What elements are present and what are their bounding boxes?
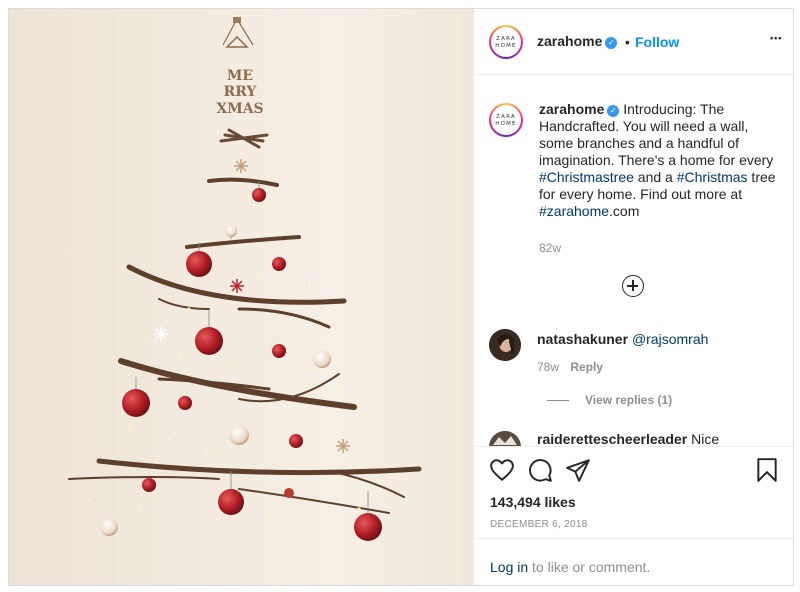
caption-username[interactable]: zarahome xyxy=(539,101,604,117)
instagram-post: ME RRY XMAS ZARA HOME zarahome ✓ • Follo… xyxy=(8,8,794,586)
comment-1-meta: 78w Reply xyxy=(537,360,603,374)
comment-avatar-raiderettescheerleader[interactable] xyxy=(489,431,521,446)
author-name-row: zarahome ✓ xyxy=(537,33,618,51)
login-suffix: to like or comment. xyxy=(528,559,651,575)
comment-avatar-natashakuner[interactable] xyxy=(489,329,521,361)
sign-line-1: ME xyxy=(227,68,253,84)
replies-divider xyxy=(547,400,569,401)
verified-badge-icon: ✓ xyxy=(605,37,618,49)
bookmark-icon[interactable] xyxy=(754,457,780,483)
login-prompt: Log in to like or comment. xyxy=(474,538,794,586)
likes-count[interactable]: 143,494 likes xyxy=(490,494,576,510)
comment-icon[interactable] xyxy=(527,457,553,483)
comment-1-mention[interactable]: @rajsomrah xyxy=(632,331,708,347)
comment-2-username[interactable]: raiderettescheerleader xyxy=(537,431,687,446)
post-photo[interactable]: ME RRY XMAS xyxy=(9,9,473,585)
header-separator: • xyxy=(625,34,630,50)
author-username[interactable]: zarahome xyxy=(537,33,602,49)
more-options-icon[interactable]: ••• xyxy=(770,33,782,43)
merry-xmas-sign: ME RRY XMAS xyxy=(216,17,264,117)
caption-avatar-logo: ZARA HOME xyxy=(495,114,517,127)
twig-bundle xyxy=(219,128,269,149)
sign-line-3: XMAS xyxy=(216,101,263,117)
author-avatar[interactable]: ZARA HOME xyxy=(489,25,523,59)
avatar-logo-text: ZARA HOME xyxy=(495,36,517,49)
caption-part-4: .com xyxy=(609,203,640,219)
caption-text: zarahome ✓ Introducing: The Handcrafted. … xyxy=(539,101,779,220)
comment-2-text: Nice xyxy=(691,431,720,446)
like-heart-icon[interactable] xyxy=(489,457,515,483)
post-header: ZARA HOME zarahome ✓ • Follow ••• xyxy=(474,9,794,75)
caption-avatar[interactable]: ZARA HOME xyxy=(489,103,523,137)
comment-2: raiderettescheerleader Nice xyxy=(537,431,719,446)
hashtag-zarahome[interactable]: #zarahome xyxy=(539,203,609,219)
load-more-comments-icon[interactable] xyxy=(622,275,644,297)
caption-part-2: and a xyxy=(633,169,677,185)
branches xyxy=(68,177,422,514)
sign-line-2: RRY xyxy=(224,84,258,100)
login-link[interactable]: Log in xyxy=(490,559,528,575)
hashtag-christmastree[interactable]: #Christmastree xyxy=(539,169,634,185)
comment-1: natashakuner @rajsomrah xyxy=(537,331,708,347)
christmas-tree-photo: ME RRY XMAS xyxy=(68,17,422,541)
post-date[interactable]: DECEMBER 6, 2018 xyxy=(490,519,588,530)
comment-1-age[interactable]: 78w xyxy=(537,360,559,374)
caption-verified-icon: ✓ xyxy=(607,105,620,117)
comment-1-username[interactable]: natashakuner xyxy=(537,331,628,347)
comment-1-reply-button[interactable]: Reply xyxy=(570,360,603,374)
post-actions: 143,494 likes DECEMBER 6, 2018 xyxy=(474,446,794,539)
hashtag-christmas[interactable]: #Christmas xyxy=(677,169,748,185)
ornaments xyxy=(100,181,382,541)
post-side-panel: ZARA HOME zarahome ✓ • Follow ••• ZARA HO… xyxy=(473,9,794,585)
caption-age[interactable]: 82w xyxy=(539,241,561,255)
view-replies-button[interactable]: View replies (1) xyxy=(585,393,672,407)
comments-section[interactable]: ZARA HOME zarahome ✓ Introducing: The Han… xyxy=(474,75,794,446)
follow-button[interactable]: Follow xyxy=(635,34,679,50)
share-icon[interactable] xyxy=(565,457,591,483)
